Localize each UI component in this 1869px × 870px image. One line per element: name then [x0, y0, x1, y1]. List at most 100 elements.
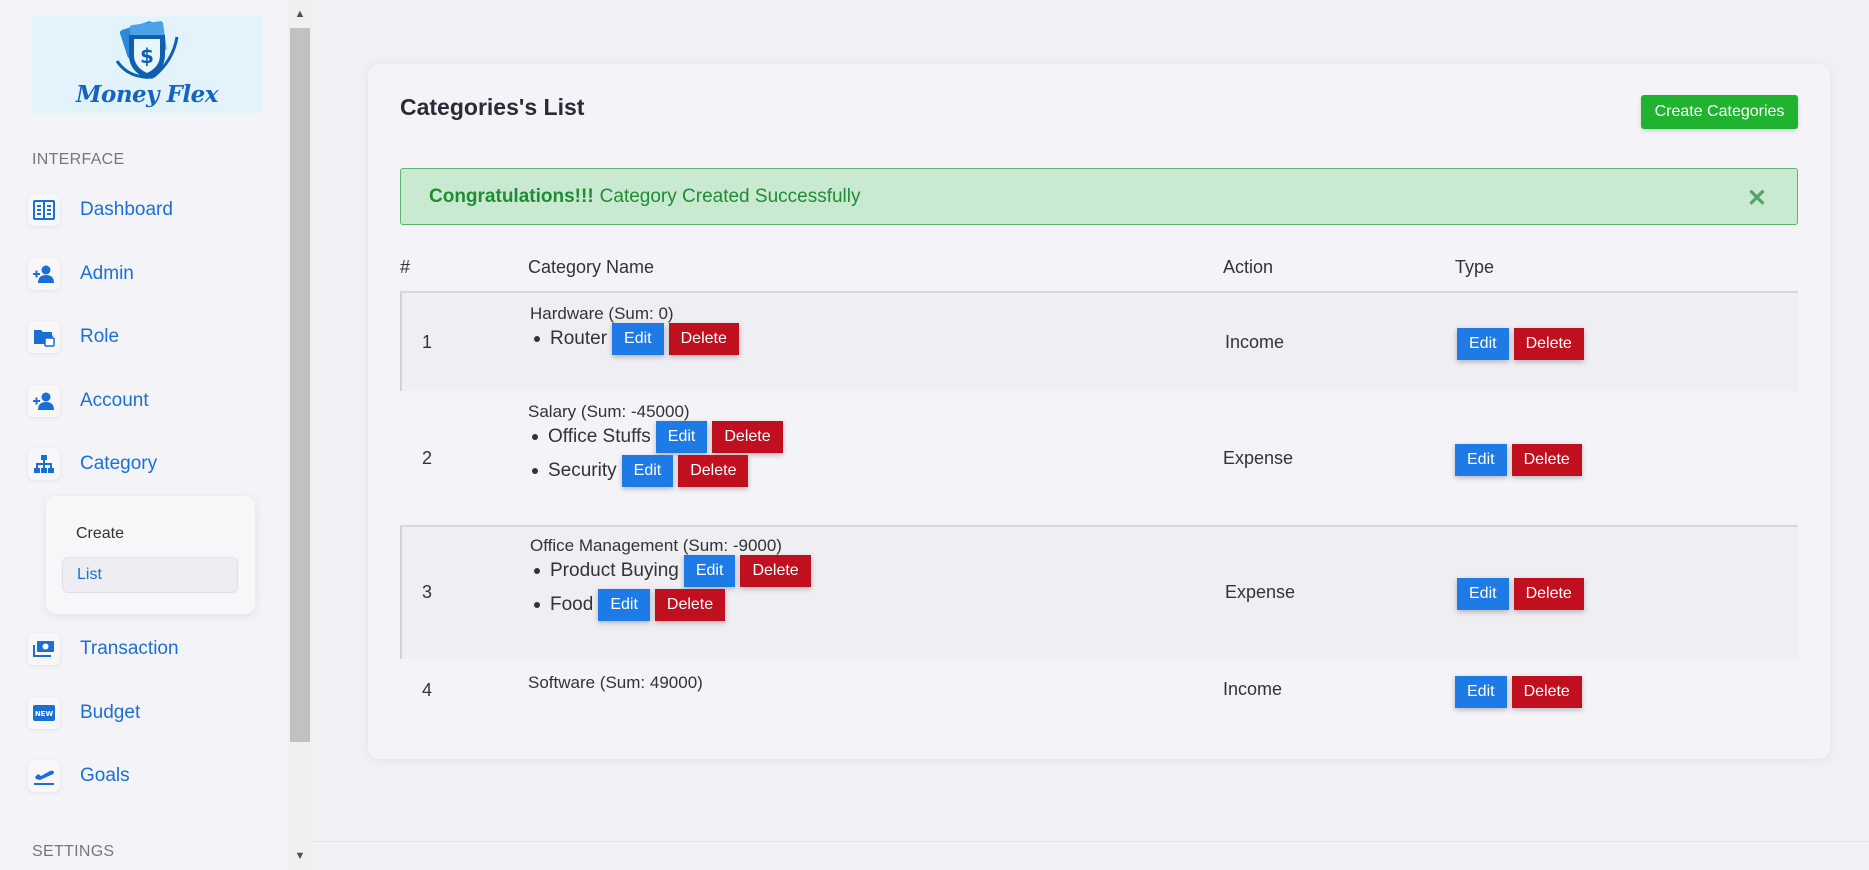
wallet-dollar-icon: $ [115, 21, 179, 79]
delete-subcategory-button[interactable]: Delete [654, 589, 726, 621]
section-title-settings: SETTINGS [32, 843, 115, 860]
delete-category-button[interactable]: Delete [1511, 676, 1582, 708]
bullet [532, 468, 538, 474]
category-type: Expense [1225, 582, 1296, 602]
edit-subcategory-button[interactable]: Edit [655, 421, 708, 453]
bullet [532, 434, 538, 440]
row-number: 2 [422, 448, 433, 468]
table-row: 2 Salary (Sum: -45000) Office Stuffs Edi… [400, 391, 1798, 525]
sidebar-item-budget[interactable]: NEW Budget [28, 693, 140, 733]
subcategory-name: Security [548, 460, 617, 481]
page-title: Categories's List [400, 94, 585, 120]
user-plus-icon [28, 385, 60, 417]
sidebar-item-role[interactable]: Role [28, 317, 119, 357]
sidebar-item-category[interactable]: Category [28, 444, 157, 484]
table-row: 3 Office Management (Sum: -9000) Product… [400, 525, 1798, 659]
folder-lock-icon [28, 321, 60, 353]
sidebar-item-label: Category [80, 453, 158, 474]
submenu-item-list[interactable]: List [62, 557, 238, 593]
category-name: Salary (Sum: -45000) [528, 402, 690, 421]
success-alert: Congratulations!!! Category Created Succ… [400, 168, 1798, 225]
column-header-type: Type [1455, 257, 1495, 277]
create-categories-button[interactable]: Create Categories [1641, 95, 1798, 129]
edit-subcategory-button[interactable]: Edit [683, 555, 736, 587]
subcategory-name: Router [550, 328, 608, 349]
category-name: Office Management (Sum: -9000) [530, 536, 782, 555]
row-actions: Edit Delete [1457, 328, 1589, 360]
categories-card: Categories's List Create Categories Cong… [368, 64, 1830, 759]
dashboard-icon [28, 194, 60, 226]
delete-subcategory-button[interactable]: Delete [678, 455, 749, 487]
edit-category-button[interactable]: Edit [1455, 676, 1507, 708]
sidebar-item-dashboard[interactable]: Dashboard [28, 190, 173, 230]
row-number: 1 [422, 332, 433, 352]
sidebar-item-label: Budget [80, 702, 141, 723]
subcategory-item: Food Edit Delete [530, 589, 726, 621]
edit-category-button[interactable]: Edit [1455, 444, 1507, 476]
bullet [534, 336, 540, 342]
sidebar-scrollbar[interactable]: ▲ ▼ [288, 0, 312, 870]
sidebar-item-label: Dashboard [80, 199, 173, 220]
scroll-up-icon[interactable]: ▲ [288, 4, 312, 24]
bullet [534, 568, 540, 574]
plane-departure-icon [28, 760, 60, 792]
table-row: 1 Hardware (Sum: 0) Router Edit Delete I… [400, 293, 1798, 391]
category-name: Hardware (Sum: 0) [530, 304, 674, 323]
subcategory-item: Product Buying Edit Delete [530, 555, 811, 587]
edit-subcategory-button[interactable]: Edit [621, 455, 674, 487]
sidebar-item-admin[interactable]: Admin [28, 254, 134, 294]
delete-subcategory-button[interactable]: Delete [712, 421, 783, 453]
sidebar-item-label: Role [80, 326, 120, 347]
divider [312, 841, 1869, 842]
category-type: Income [1223, 679, 1283, 699]
category-type: Income [1225, 332, 1285, 352]
category-type: Expense [1223, 448, 1294, 468]
row-number: 3 [422, 582, 433, 602]
money-icon [28, 633, 60, 665]
svg-text:NEW: NEW [35, 710, 54, 718]
delete-subcategory-button[interactable]: Delete [740, 555, 811, 587]
money-flex-logo[interactable]: $ Money Flex [32, 16, 262, 113]
edit-category-button[interactable]: Edit [1457, 328, 1509, 360]
delete-category-button[interactable]: Delete [1513, 578, 1584, 610]
sidebar-item-label: Account [80, 390, 149, 411]
column-header-action: Action [1223, 257, 1274, 277]
submenu-item-create[interactable]: Create [62, 516, 238, 552]
sidebar-item-transaction[interactable]: Transaction [28, 629, 179, 669]
category-name: Software (Sum: 49000) [528, 673, 703, 692]
svg-text:$: $ [140, 44, 154, 68]
sidebar-item-label: Admin [80, 263, 134, 284]
user-plus-icon [28, 258, 60, 290]
close-icon[interactable]: ✕ [1747, 187, 1767, 211]
sidebar: $ Money Flex INTERFACE Dashboard Admin R… [0, 0, 288, 870]
sidebar-item-goals[interactable]: Goals [28, 756, 130, 796]
subcategory-item: Security Edit Delete [528, 455, 749, 487]
row-actions: Edit Delete [1455, 676, 1587, 708]
sidebar-item-account[interactable]: Account [28, 381, 149, 421]
section-title-interface: INTERFACE [32, 151, 125, 168]
logo-text: Money Flex [76, 81, 218, 108]
table-row: 4 Software (Sum: 49000) Income Edit Dele… [400, 659, 1798, 729]
edit-category-button[interactable]: Edit [1457, 578, 1509, 610]
column-header-number: # [400, 257, 411, 277]
subcategory-name: Office Stuffs [548, 426, 651, 447]
edit-subcategory-button[interactable]: Edit [612, 323, 664, 355]
delete-subcategory-button[interactable]: Delete [668, 323, 739, 355]
delete-category-button[interactable]: Delete [1511, 444, 1582, 476]
category-submenu: Create List [46, 496, 255, 614]
alert-message: Category Created Successfully [599, 185, 861, 207]
sitemap-icon [28, 448, 60, 480]
column-header-category-name: Category Name [528, 257, 655, 277]
row-actions: Edit Delete [1455, 444, 1587, 476]
edit-subcategory-button[interactable]: Edit [598, 589, 650, 621]
scroll-thumb[interactable] [290, 28, 310, 742]
scroll-down-icon[interactable]: ▼ [288, 846, 312, 866]
subcategory-name: Product Buying [550, 560, 679, 581]
delete-category-button[interactable]: Delete [1513, 328, 1584, 360]
sidebar-item-label: Transaction [80, 638, 179, 659]
new-badge-icon: NEW [28, 697, 60, 729]
subcategory-item: Office Stuffs Edit Delete [528, 421, 783, 453]
row-number: 4 [422, 680, 433, 700]
subcategory-name: Food [550, 594, 594, 615]
sidebar-item-label: Goals [80, 765, 130, 786]
